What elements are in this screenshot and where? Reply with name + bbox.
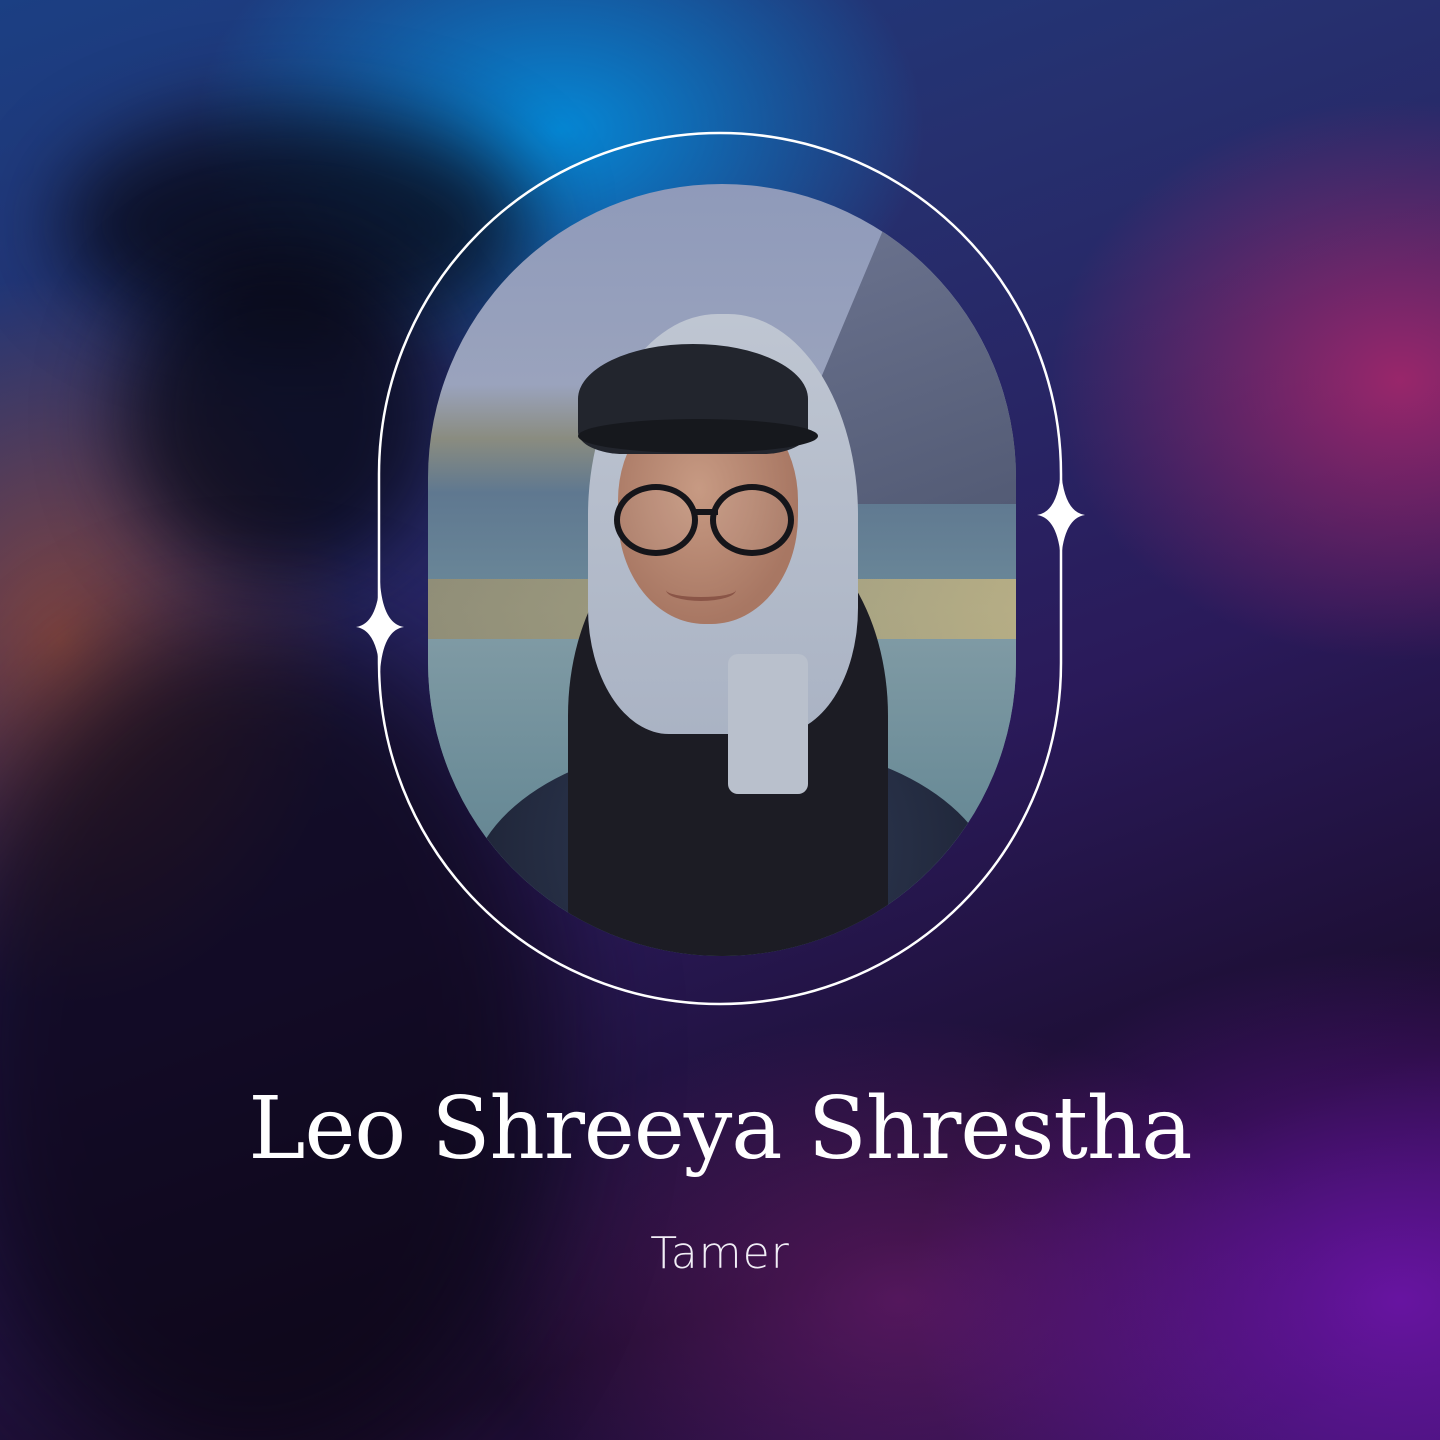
sparkle-icon-left — [356, 582, 404, 672]
sparkle-icon-right — [1037, 470, 1085, 560]
profile-card: Leo Shreeya Shrestha Tamer — [0, 0, 1440, 1440]
decorative-frame — [356, 131, 1085, 1006]
person-role: Tamer — [650, 1228, 790, 1279]
person-name: Leo Shreeya Shrestha — [248, 1079, 1192, 1179]
arch-frame-outline — [377, 131, 1063, 1006]
